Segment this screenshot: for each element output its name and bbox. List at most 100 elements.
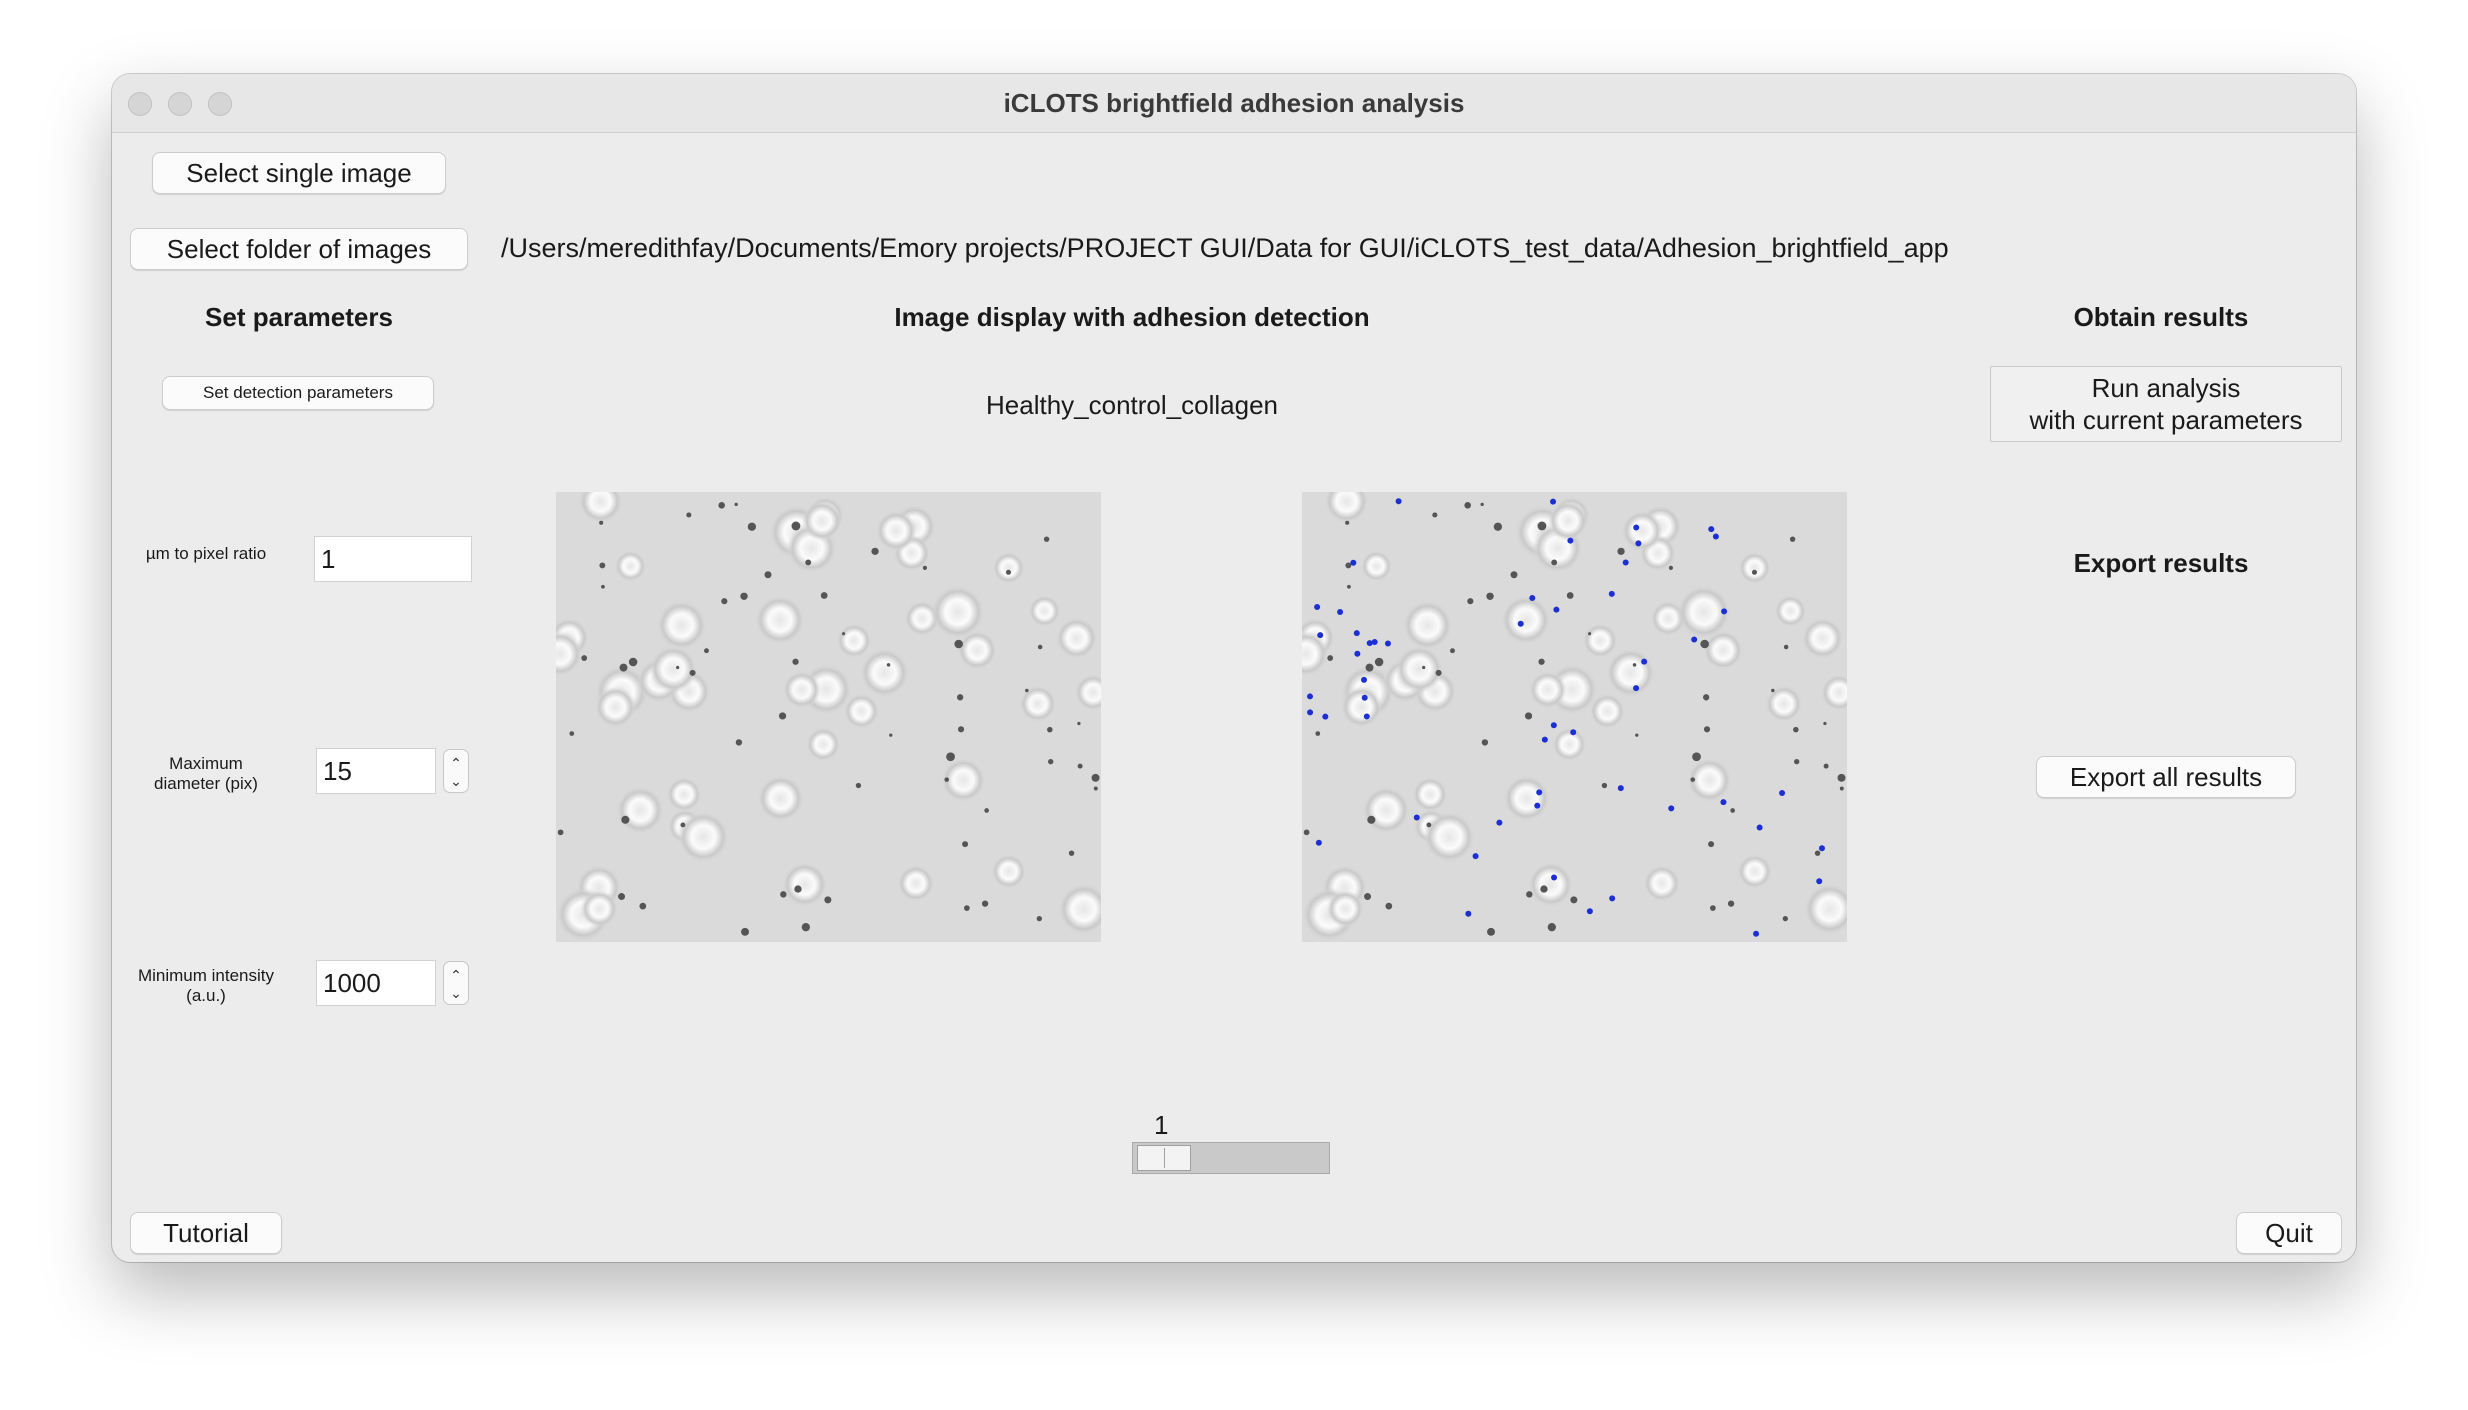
original-image	[556, 492, 1101, 942]
slider-thumb[interactable]	[1137, 1145, 1191, 1171]
cell	[649, 644, 698, 694]
particle	[964, 905, 970, 911]
particle	[689, 669, 696, 676]
cell	[1801, 616, 1844, 660]
cell	[992, 551, 1026, 585]
detection-marker	[1517, 620, 1524, 627]
particle	[619, 663, 628, 672]
title-bar: iCLOTS brightfield adhesion analysis	[112, 74, 2356, 133]
particle	[1588, 632, 1592, 636]
detection-marker	[1608, 590, 1615, 597]
detection-marker	[1641, 658, 1648, 665]
particle	[569, 731, 575, 736]
particle	[1422, 665, 1426, 670]
cell	[1738, 551, 1772, 585]
detection-marker	[1361, 694, 1368, 701]
quit-button[interactable]: Quit	[2236, 1212, 2342, 1254]
particle	[1789, 536, 1796, 542]
chevron-down-icon[interactable]: ⌄	[444, 986, 468, 1000]
cell	[1361, 785, 1411, 835]
particle	[1315, 731, 1321, 736]
particle	[1783, 644, 1789, 650]
detection-marker	[1322, 713, 1329, 720]
detection-marker	[1633, 685, 1640, 692]
cell	[897, 864, 935, 903]
folder-path: /Users/meredithfay/Documents/Emory proje…	[501, 233, 1949, 263]
max-diameter-input[interactable]: 15	[316, 748, 436, 794]
cell	[1502, 774, 1551, 823]
min-intensity-input[interactable]: 1000	[316, 960, 436, 1006]
cell	[614, 550, 647, 583]
detection-marker	[1413, 814, 1420, 821]
particle	[1091, 773, 1100, 782]
particle	[780, 891, 787, 898]
particle	[1538, 658, 1545, 665]
particle	[1730, 808, 1735, 813]
particle	[680, 822, 686, 828]
slider-value: 1	[1154, 1110, 1169, 1140]
cell	[1402, 599, 1454, 651]
um-pixel-ratio-input[interactable]: 1	[314, 536, 472, 582]
particle	[1727, 900, 1735, 907]
run-analysis-line1: Run analysis	[2091, 373, 2241, 403]
particle	[628, 657, 638, 667]
particle	[1432, 512, 1438, 518]
particle	[1632, 663, 1637, 667]
particle	[922, 565, 928, 570]
detection-marker	[1570, 729, 1577, 736]
cell	[1774, 594, 1807, 628]
detection-marker	[1363, 713, 1370, 720]
image-slider[interactable]	[1132, 1142, 1330, 1174]
particle	[735, 739, 743, 746]
particle	[1048, 758, 1054, 765]
particle	[1794, 758, 1800, 765]
tutorial-button[interactable]: Tutorial	[130, 1212, 282, 1254]
cell	[801, 500, 843, 542]
run-analysis-line2: with current parameters	[2029, 405, 2303, 435]
particle	[1751, 569, 1758, 575]
particle	[946, 752, 955, 762]
min-intensity-stepper[interactable]: ⌃ ⌄	[443, 961, 469, 1005]
particle	[599, 562, 606, 569]
particle	[1327, 655, 1334, 661]
chevron-up-icon[interactable]: ⌃	[444, 968, 468, 982]
particle	[1524, 712, 1533, 720]
cell	[991, 853, 1027, 890]
particle	[740, 592, 748, 600]
detection-marker	[1753, 930, 1760, 937]
cell	[1547, 500, 1589, 542]
chevron-up-icon[interactable]: ⌃	[444, 756, 468, 770]
particle	[1347, 584, 1351, 589]
detection-marker	[1617, 785, 1624, 792]
max-diameter-stepper[interactable]: ⌃ ⌄	[443, 749, 469, 793]
particle	[1837, 773, 1846, 782]
detection-marker	[1472, 853, 1479, 860]
select-single-image-button[interactable]: Select single image	[152, 152, 446, 194]
detection-marker	[1551, 874, 1558, 881]
detection-marker	[1307, 693, 1314, 700]
detection-marker	[1668, 805, 1675, 812]
set-detection-parameters-button[interactable]: Set detection parameters	[162, 376, 434, 410]
particle	[1426, 822, 1432, 828]
particle	[1464, 501, 1471, 509]
export-all-results-button[interactable]: Export all results	[2036, 756, 2296, 798]
chevron-down-icon[interactable]: ⌄	[444, 774, 468, 788]
particle	[778, 712, 787, 720]
particle	[794, 885, 802, 893]
particle	[1093, 786, 1098, 791]
detection-marker	[1818, 845, 1825, 852]
cell	[1605, 647, 1656, 698]
particle	[1771, 688, 1775, 693]
detection-marker	[1712, 533, 1719, 540]
particle	[1668, 565, 1674, 570]
detection-marker	[1609, 895, 1616, 902]
particle	[686, 512, 692, 518]
particle	[1481, 739, 1489, 746]
run-analysis-button[interactable]: Run analysis with current parameters	[1990, 366, 2342, 442]
detection-marker	[1371, 638, 1378, 645]
particle	[1374, 657, 1384, 667]
particle	[1077, 763, 1083, 769]
detection-marker	[1350, 559, 1357, 566]
select-folder-button[interactable]: Select folder of images	[130, 228, 468, 270]
cell	[782, 670, 821, 709]
